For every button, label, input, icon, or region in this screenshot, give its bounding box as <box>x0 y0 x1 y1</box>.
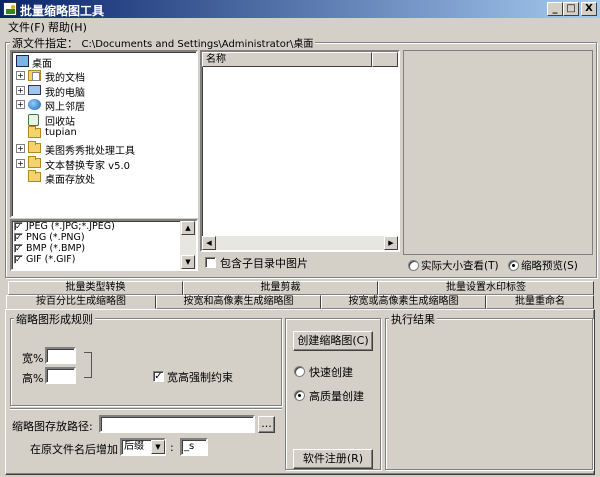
minimize-button[interactable]: _ <box>547 2 563 16</box>
column-header-name[interactable]: 名称 <box>202 52 372 67</box>
tree-expand-toggle[interactable]: + <box>16 100 25 110</box>
folder-icon <box>28 126 41 139</box>
menu-bar: 文件(F) 帮助(H) <box>0 18 600 34</box>
actual-size-label: 实际大小查看(T) <box>421 260 499 272</box>
close-button[interactable]: X <box>581 2 597 16</box>
scroll-up-button[interactable]: ▲ <box>181 221 195 235</box>
rules-group-title: 缩略图形成规则 <box>14 311 95 327</box>
include-subdirs-label: 包含子目录中图片 <box>220 257 308 270</box>
actual-size-radio[interactable] <box>408 260 419 271</box>
width-percent-input[interactable] <box>45 347 76 364</box>
suffix-input[interactable]: _s <box>180 438 208 456</box>
scroll-down-button[interactable]: ▼ <box>181 255 195 269</box>
title-bar[interactable]: 批量缩略图工具 _ □ X <box>0 0 600 18</box>
tab-w-or-h-pixel-thumb[interactable]: 按宽或高像素生成缩略图 <box>321 295 486 309</box>
fast-create-label: 快速创建 <box>309 366 353 379</box>
quality-create-label: 高质量创建 <box>309 390 364 403</box>
tree-item-label: 网上邻居 <box>45 102 85 114</box>
tree-item-label: 我的电脑 <box>45 87 85 99</box>
filetype-checkbox[interactable]: ✓ <box>14 233 23 242</box>
tree-item-label: 桌面存放处 <box>45 175 95 187</box>
computer-icon <box>28 84 41 95</box>
tab-batch-watermark[interactable]: 批量设置水印标签 <box>378 281 594 295</box>
folder-icon <box>28 141 41 153</box>
preview-pane <box>403 50 593 255</box>
menu-help[interactable]: 帮助(H) <box>48 19 87 35</box>
browse-button[interactable]: ... <box>258 416 275 433</box>
aspect-lock-checkbox[interactable]: ✓ <box>153 371 164 382</box>
fast-create-radio[interactable] <box>294 366 305 377</box>
filelist-hscrollbar[interactable] <box>202 236 398 250</box>
quality-create-radio[interactable] <box>294 390 305 401</box>
folder-icon <box>28 155 41 168</box>
folder-tree[interactable]: 桌面 + 我的文档 + 我的电脑 + 网上邻居 回收站 tupian + 美图秀秀批处理工具 + 文本… <box>10 50 198 218</box>
thumb-preview-radio[interactable] <box>508 260 519 271</box>
width-percent-label: 宽% <box>22 352 44 365</box>
output-path-input[interactable] <box>99 415 255 433</box>
results-group <box>385 318 593 470</box>
tree-expand-toggle[interactable]: + <box>16 71 25 80</box>
height-percent-input[interactable] <box>45 367 76 384</box>
suffix-label: 在原文件名后增加 <box>30 443 118 456</box>
column-header-blank <box>372 52 398 67</box>
source-label: 源文件指定： <box>12 37 78 50</box>
filetype-checkbox[interactable]: ✓ <box>14 244 23 253</box>
tree-expand-toggle[interactable]: + <box>16 144 25 153</box>
scroll-right-button[interactable]: ▶ <box>384 236 398 250</box>
tab-batch-rename[interactable]: 批量重命名 <box>486 295 594 309</box>
filetype-checkbox[interactable]: ✓ <box>14 222 23 231</box>
suffix-mode-value: 后缀 <box>124 441 144 452</box>
tree-item-label: 文本替换专家 v5.0 <box>45 160 130 172</box>
tree-expand-toggle[interactable]: + <box>16 85 25 95</box>
tree-item-label: 美图秀秀批处理工具 <box>45 146 135 157</box>
tree-expand-toggle[interactable]: + <box>16 158 25 168</box>
tab-wh-pixel-thumb[interactable]: 按宽和高像素生成缩略图 <box>156 295 321 309</box>
scroll-left-button[interactable]: ◀ <box>202 236 216 250</box>
output-path-label: 缩略图存放路径: <box>12 420 93 433</box>
source-path: C:\Documents and Settings\Administrator\… <box>81 39 314 50</box>
link-chain-icon <box>84 352 92 378</box>
filetype-checkbox[interactable]: ✓ <box>14 255 23 264</box>
height-percent-label: 高% <box>22 372 44 385</box>
register-button[interactable]: 软件注册(R) <box>293 449 373 469</box>
tab-percent-thumb[interactable]: 按百分比生成缩略图 <box>6 295 156 309</box>
tab-batch-crop[interactable]: 批量剪裁 <box>183 281 378 295</box>
thumb-preview-label: 缩略预览(S) <box>521 260 578 272</box>
app-icon <box>3 2 17 16</box>
file-list[interactable]: 名称 ◀ ▶ <box>200 50 400 252</box>
create-thumbnails-button[interactable]: 创建缩略图(C) <box>293 331 373 351</box>
recycle-bin-icon <box>28 113 39 126</box>
filetype-label: GIF (*.GIF) <box>26 254 76 265</box>
folder-icon <box>28 170 41 183</box>
suffix-mode-dropdown-arrow[interactable]: ▼ <box>151 440 165 454</box>
tree-item-label: tupian <box>45 127 77 139</box>
output-separator <box>10 408 282 410</box>
documents-folder-icon <box>28 70 41 81</box>
tab-batch-convert[interactable]: 批量类型转换 <box>8 281 183 295</box>
desktop-icon <box>16 55 29 67</box>
menu-file[interactable]: 文件(F) <box>8 19 45 35</box>
filetype-list[interactable]: ✓ JPEG (*.JPG;*.JPEG) ✓ PNG (*.PNG) ✓ BMP (*.… <box>10 219 198 271</box>
tree-item-label: 我的文档 <box>45 73 85 84</box>
results-group-title: 执行结果 <box>389 311 437 327</box>
include-subdirs-checkbox[interactable] <box>205 257 216 268</box>
aspect-lock-label: 宽高强制约束 <box>167 371 233 384</box>
suffix-colon: : <box>170 441 174 454</box>
maximize-button[interactable]: □ <box>563 2 579 16</box>
window-title: 批量缩略图工具 <box>20 4 105 18</box>
tree-item-label: 回收站 <box>45 116 75 128</box>
network-icon <box>28 99 41 111</box>
source-group-label: 源文件指定： C:\Documents and Settings\Adminis… <box>10 35 316 51</box>
